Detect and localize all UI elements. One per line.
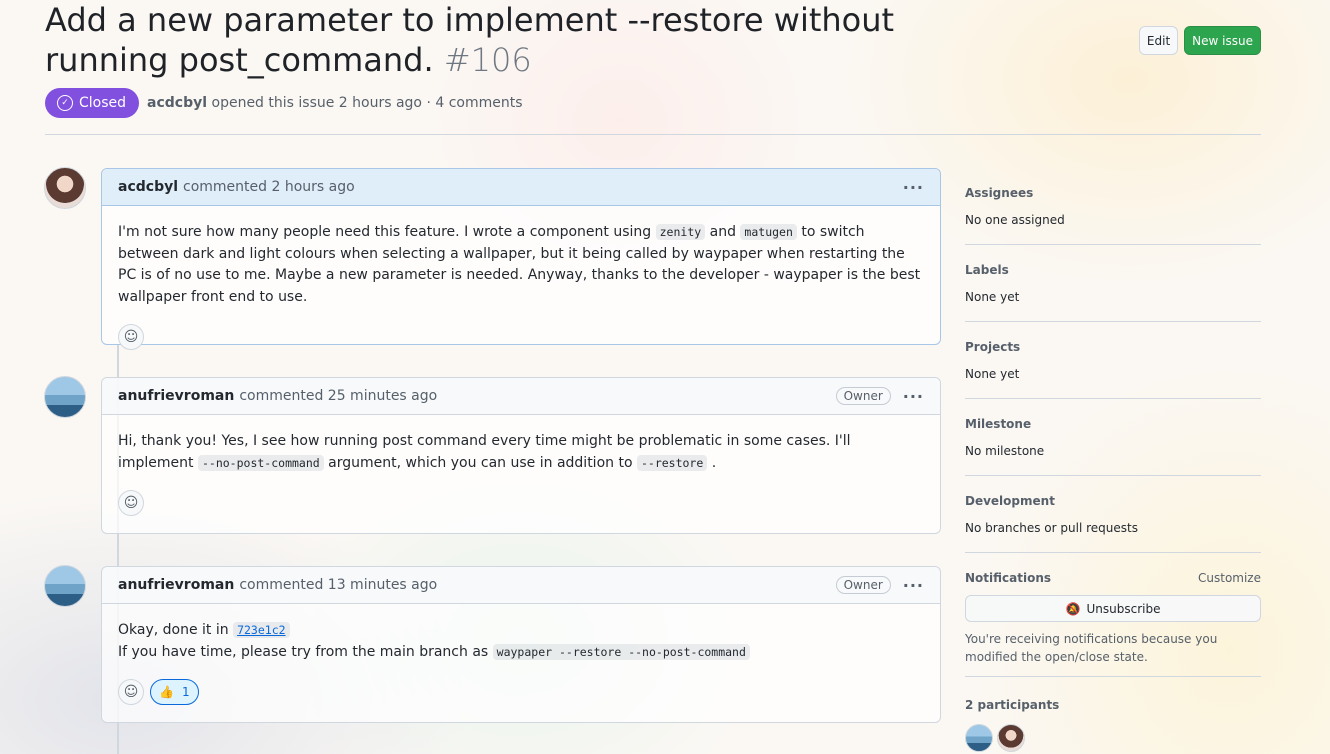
status-badge: ✓ Closed <box>45 88 140 118</box>
thumbs-up-icon: 👍 <box>159 685 174 699</box>
sidebar-notifications: Notifications Customize 🔕 Unsubscribe Yo… <box>965 571 1261 677</box>
new-issue-button[interactable]: New issue <box>1184 26 1261 55</box>
participant-avatar[interactable] <box>965 724 993 752</box>
inline-code: waypaper --restore --no-post-command <box>492 643 750 660</box>
inline-code: matugen <box>740 224 797 240</box>
comment: anufrievroman commented 13 minutes ago O… <box>101 566 941 723</box>
sidebar-assignees: Assignees No one assigned <box>965 186 1261 245</box>
issue-number: #106 <box>443 41 532 79</box>
header-divider <box>45 134 1261 135</box>
comment-header: anufrievroman commented 25 minutes ago O… <box>102 378 940 415</box>
comment-line: If you have time, please try from the ma… <box>118 642 924 664</box>
smiley-icon[interactable]: ☺ <box>118 679 144 705</box>
notifications-note: You're receiving notifications because y… <box>965 632 1218 664</box>
comment-body: Hi, thank you! Yes, I see how running po… <box>102 415 940 490</box>
comment-body: Okay, done it in 723e1c2 If you have tim… <box>102 604 940 679</box>
owner-badge: Owner <box>835 387 891 405</box>
sidebar-projects: Projects None yet <box>965 340 1261 399</box>
sidebar-value: No milestone <box>965 444 1045 458</box>
comment-timestamp[interactable]: commented 2 hours ago <box>183 179 355 195</box>
reactions-bar: ☺ <box>102 490 940 530</box>
comment-text: and <box>705 224 741 240</box>
avatar[interactable] <box>44 565 86 607</box>
avatar[interactable] <box>44 167 86 209</box>
sidebar-heading[interactable]: Assignees <box>965 186 1261 200</box>
status-label: Closed <box>79 95 127 111</box>
issue-author[interactable]: acdcbyl <box>147 95 207 111</box>
comment-timestamp[interactable]: commented 13 minutes ago <box>239 577 437 593</box>
reactions-bar: ☺ <box>102 324 940 364</box>
sidebar-milestone: Milestone No milestone <box>965 417 1261 476</box>
comment: acdcbyl commented 2 hours ago ··· I'm no… <box>101 168 941 350</box>
comment-author[interactable]: anufrievroman <box>118 577 234 593</box>
kebab-horizontal-icon[interactable]: ··· <box>903 576 924 595</box>
comment: anufrievroman commented 25 minutes ago O… <box>101 377 941 534</box>
inline-code: --no-post-command <box>197 454 324 471</box>
sidebar-heading[interactable]: Development <box>965 494 1261 508</box>
sidebar-value: No one assigned <box>965 213 1065 227</box>
kebab-horizontal-icon[interactable]: ··· <box>903 387 924 406</box>
comment-body: I'm not sure how many people need this f… <box>102 206 940 324</box>
sidebar-heading: Notifications <box>965 571 1052 585</box>
sidebar-labels: Labels None yet <box>965 263 1261 322</box>
comment-text: Okay, done it in <box>118 622 234 638</box>
sidebar-heading[interactable]: Milestone <box>965 417 1261 431</box>
comment-text: . <box>707 454 717 471</box>
unsubscribe-button[interactable]: 🔕 Unsubscribe <box>965 595 1261 622</box>
comment-text: If you have time, please try from the ma… <box>118 643 493 660</box>
comment-header: anufrievroman commented 13 minutes ago O… <box>102 567 940 604</box>
comment-text: argument, which you can use in addition … <box>323 454 637 471</box>
comment-timestamp[interactable]: commented 25 minutes ago <box>239 388 437 404</box>
smiley-icon[interactable]: ☺ <box>118 490 144 516</box>
commit-link[interactable]: 723e1c2 <box>233 622 290 638</box>
comment-author[interactable]: anufrievroman <box>118 388 234 404</box>
comment-author[interactable]: acdcbyl <box>118 179 178 195</box>
avatar[interactable] <box>44 376 86 418</box>
issue-author-line: acdcbyl opened this issue 2 hours ago · … <box>147 95 522 111</box>
sidebar-heading: 2 participants <box>965 698 1060 712</box>
sidebar-heading[interactable]: Projects <box>965 340 1261 354</box>
issue-meta: ✓ Closed acdcbyl opened this issue 2 hou… <box>45 88 523 118</box>
comment-text: I'm not sure how many people need this f… <box>118 224 656 240</box>
check-circle-icon: ✓ <box>57 95 73 111</box>
smiley-icon[interactable]: ☺ <box>118 324 144 350</box>
sidebar-participants: 2 participants <box>965 698 1261 752</box>
sidebar-development: Development No branches or pull requests <box>965 494 1261 553</box>
thumbs-up-reaction[interactable]: 👍 1 <box>150 679 199 705</box>
unsubscribe-label: Unsubscribe <box>1086 601 1161 616</box>
sidebar-heading[interactable]: Labels <box>965 263 1261 277</box>
owner-badge: Owner <box>835 576 891 594</box>
issue-page: Add a new parameter to implement --resto… <box>0 0 1330 754</box>
reaction-count: 1 <box>181 685 190 699</box>
participant-avatar[interactable] <box>997 724 1025 752</box>
bell-slash-icon: 🔕 <box>1065 601 1081 616</box>
kebab-horizontal-icon[interactable]: ··· <box>903 178 924 197</box>
issue-title: Add a new parameter to implement --resto… <box>45 0 1005 80</box>
comment-line: Okay, done it in 723e1c2 <box>118 620 924 642</box>
comment-header: acdcbyl commented 2 hours ago ··· <box>102 169 940 206</box>
customize-link[interactable]: Customize <box>1198 571 1261 585</box>
header-actions: Edit New issue <box>1138 26 1261 55</box>
sidebar-value: None yet <box>965 290 1020 304</box>
participants-list <box>965 724 1261 752</box>
edit-button[interactable]: Edit <box>1138 26 1179 55</box>
issue-opened-text: opened this issue 2 hours ago · 4 commen… <box>211 95 523 111</box>
sidebar-value: No branches or pull requests <box>965 521 1138 535</box>
sidebar-value: None yet <box>965 367 1020 381</box>
inline-code: --restore <box>636 454 708 471</box>
inline-code: zenity <box>655 224 706 240</box>
reactions-bar: ☺ 👍 1 <box>102 679 940 719</box>
notifications-row: Notifications Customize <box>965 571 1261 585</box>
